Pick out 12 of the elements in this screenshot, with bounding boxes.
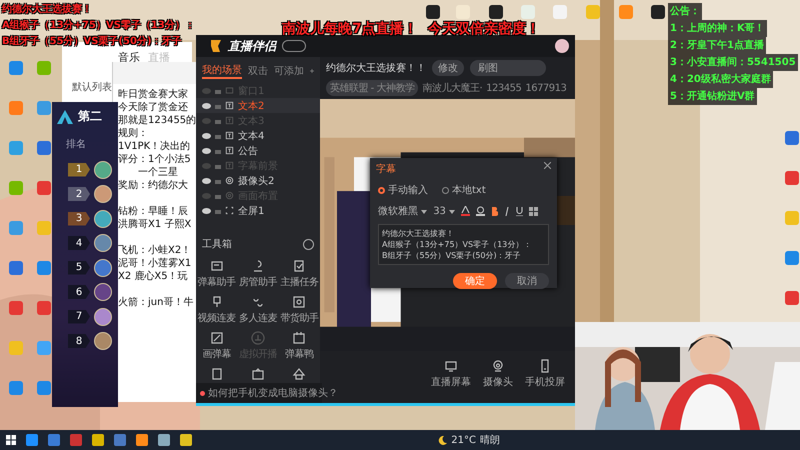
app-icon[interactable] [92, 434, 104, 446]
app-icon[interactable] [48, 434, 60, 446]
app-icon[interactable] [158, 434, 170, 446]
start-icon[interactable] [6, 435, 16, 445]
app-icon[interactable] [70, 434, 82, 446]
temperature: 21°C [451, 434, 476, 446]
app-icon[interactable] [136, 434, 148, 446]
app-icon[interactable] [26, 434, 38, 446]
app-icon[interactable] [180, 434, 192, 446]
app-icon[interactable] [114, 434, 126, 446]
weather-text: 晴朗 [480, 434, 500, 447]
moon-icon [438, 436, 448, 444]
